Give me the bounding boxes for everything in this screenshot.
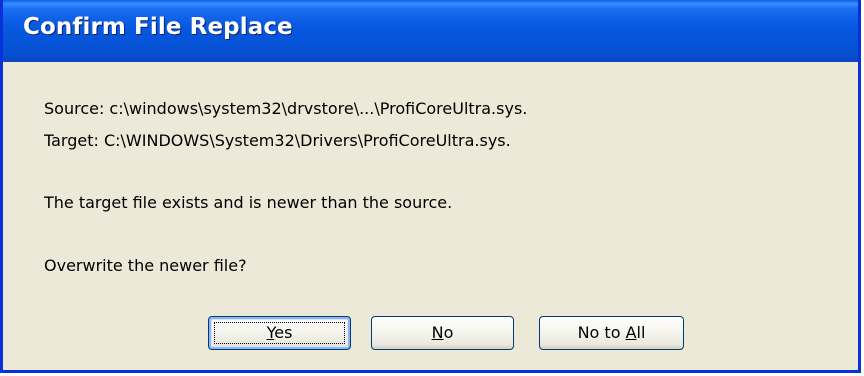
no-button-label: No — [431, 323, 454, 342]
confirm-file-replace-dialog: Confirm File Replace Source: c:\windows\… — [0, 0, 861, 373]
dialog-title: Confirm File Replace — [23, 14, 293, 40]
yes-button[interactable]: Yes — [208, 316, 351, 350]
source-path-text: Source: c:\windows\system32\drvstore\...… — [44, 99, 528, 118]
yes-button-label: Yes — [266, 323, 293, 342]
newer-file-message: The target file exists and is newer than… — [44, 193, 453, 212]
no-to-all-button-label: No to All — [577, 323, 646, 342]
dialog-body: Source: c:\windows\system32\drvstore\...… — [3, 62, 858, 370]
no-button[interactable]: No — [371, 316, 514, 350]
title-bar[interactable]: Confirm File Replace — [3, 0, 858, 62]
overwrite-question: Overwrite the newer file? — [44, 256, 247, 275]
no-to-all-button[interactable]: No to All — [539, 316, 684, 350]
target-path-text: Target: C:\WINDOWS\System32\Drivers\Prof… — [44, 131, 511, 150]
